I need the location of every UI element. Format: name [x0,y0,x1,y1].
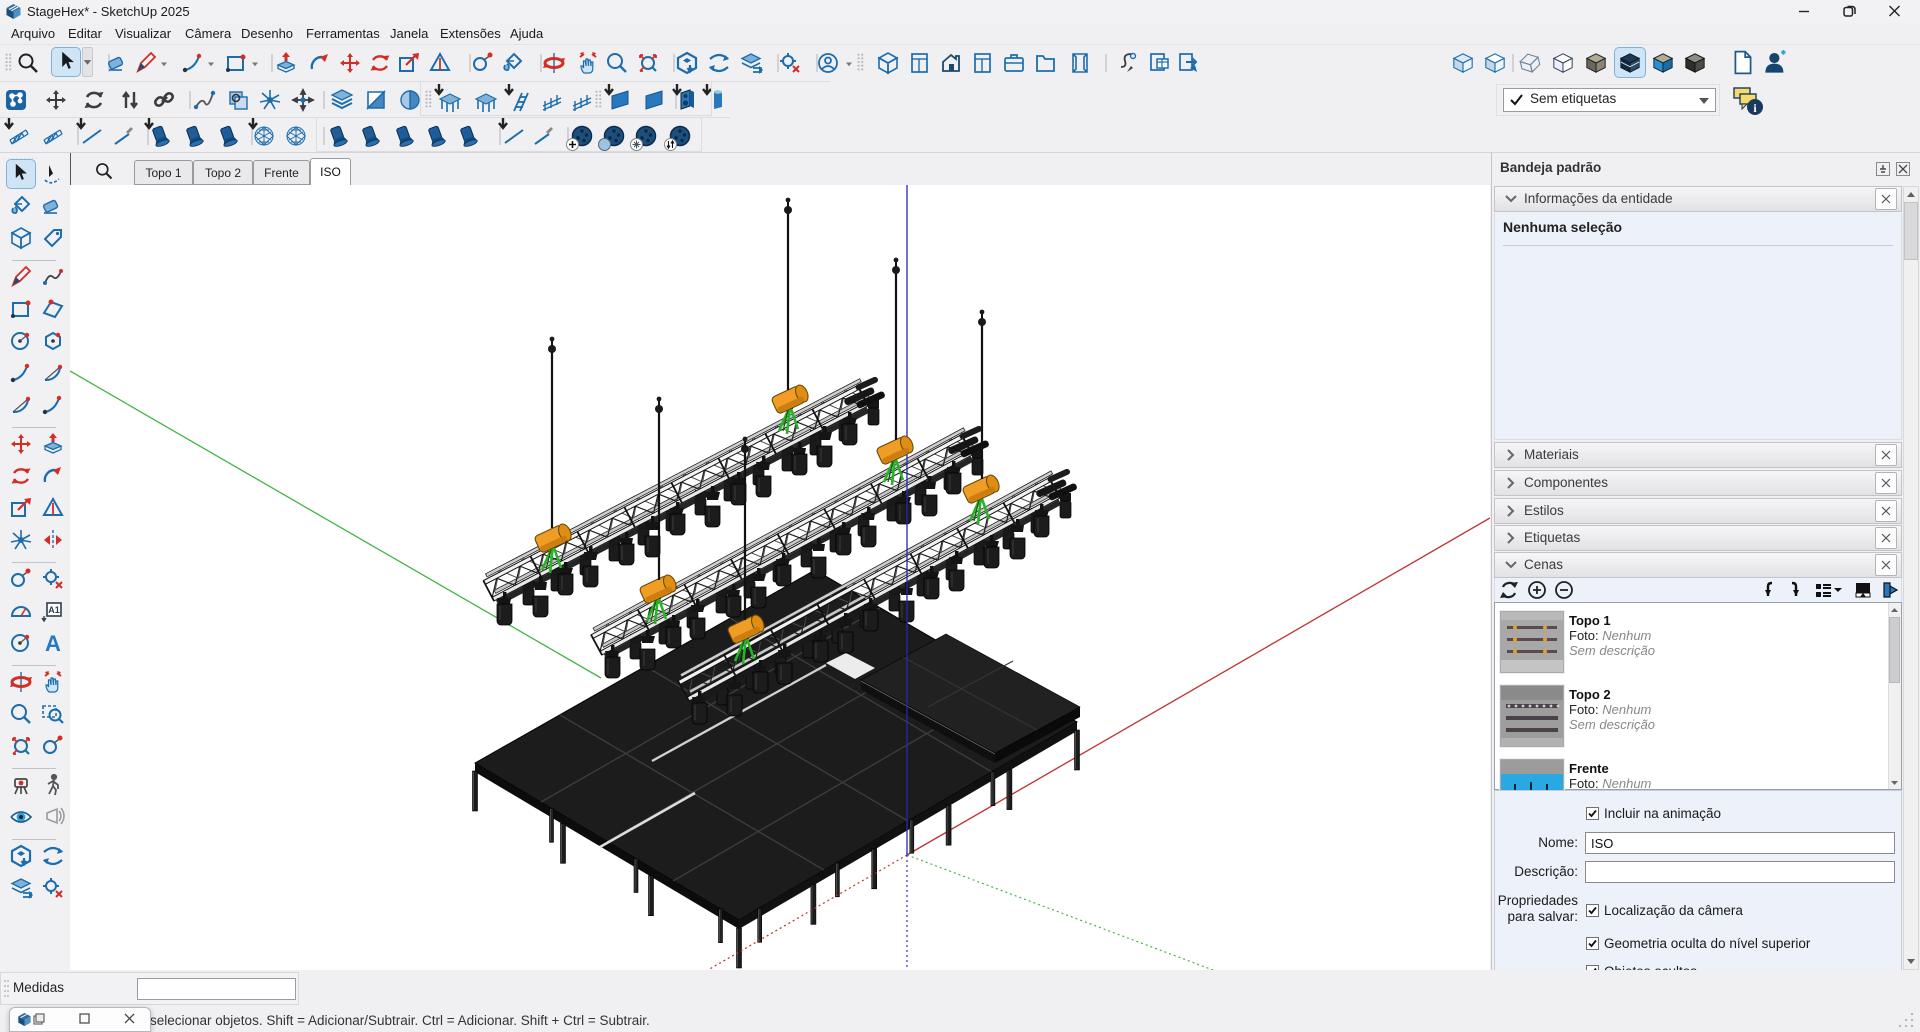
svg-text:A1: A1 [48,605,60,615]
svg-text:A: A [45,631,61,655]
